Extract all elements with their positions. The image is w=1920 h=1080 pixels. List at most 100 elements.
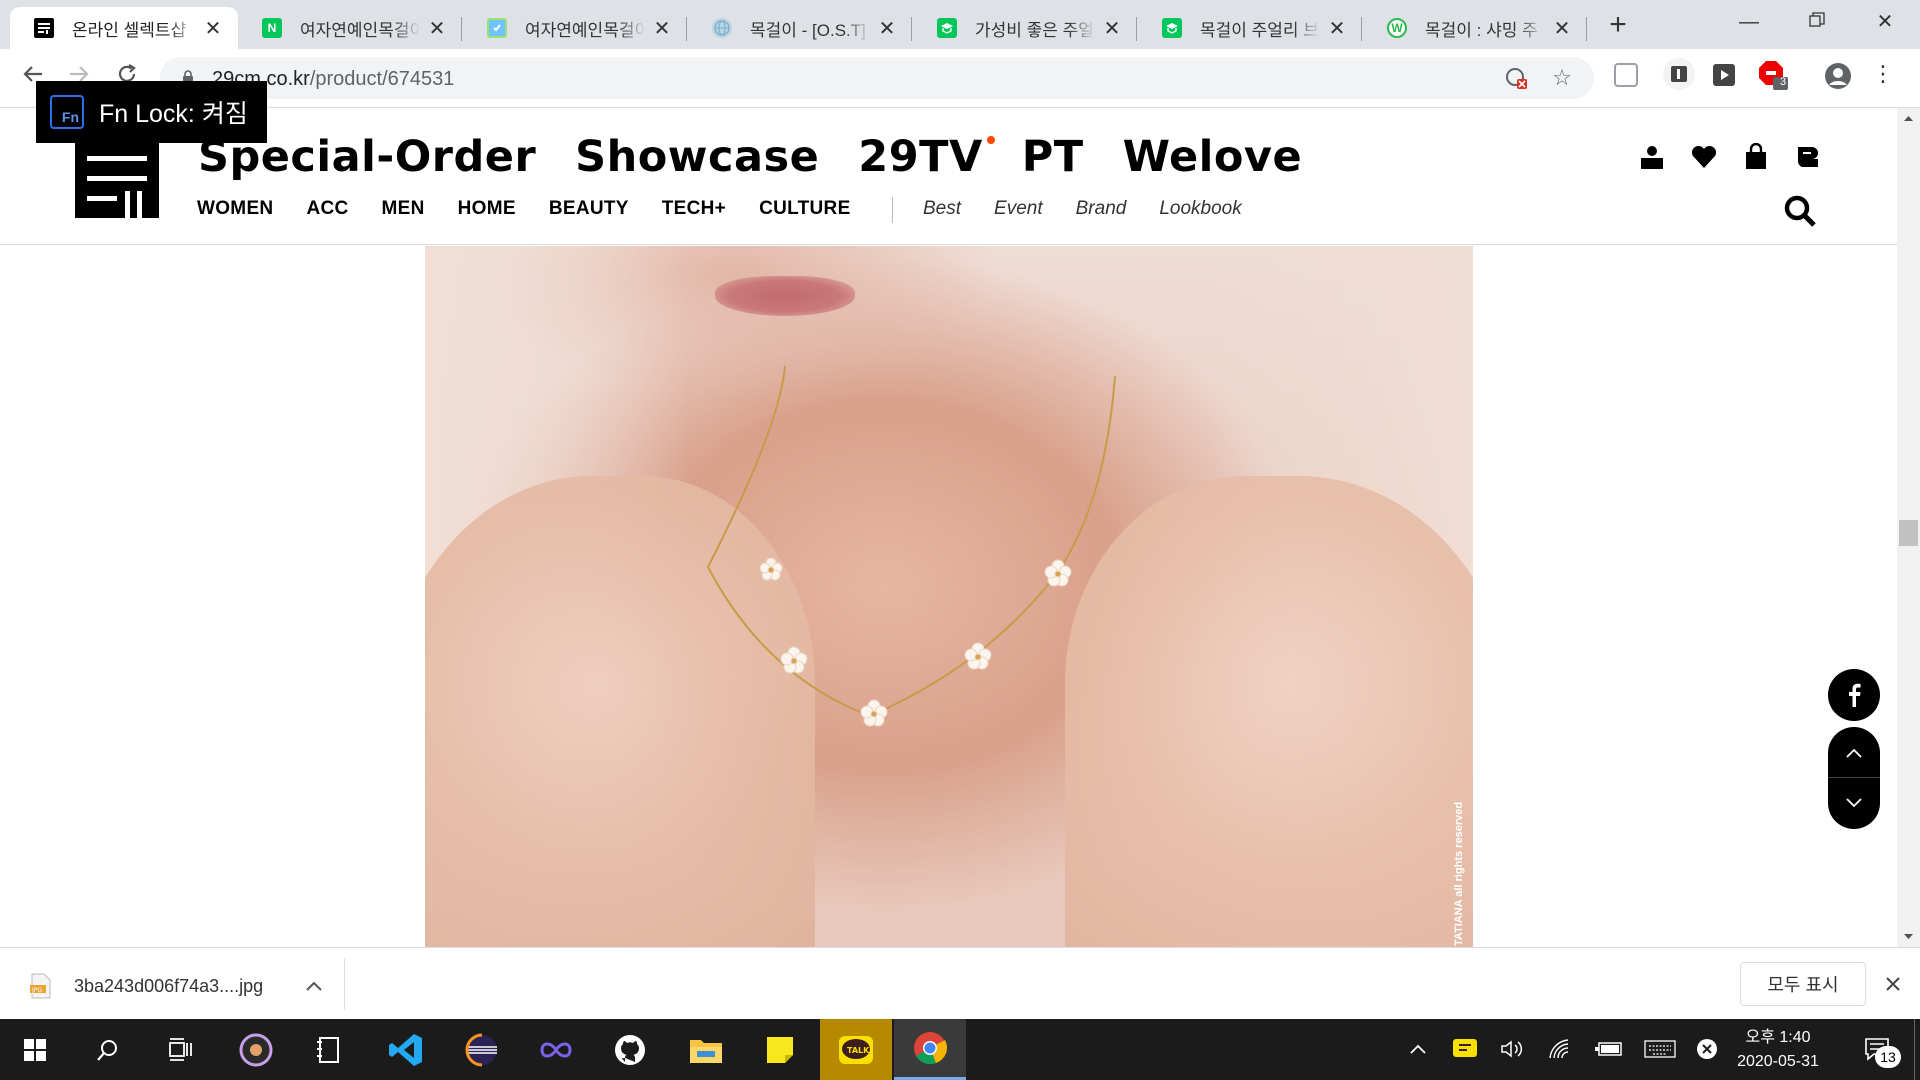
address-bar[interactable]: 29cm.co.kr/product/674531 ☆	[160, 57, 1594, 99]
tab-title: 여자연예인목걸이	[525, 20, 645, 40]
battery-icon[interactable]	[1594, 1036, 1624, 1062]
taskbar-app-chrome[interactable]	[894, 1019, 966, 1080]
show-desktop-button[interactable]	[1914, 1019, 1915, 1080]
taskbar-app-kakaotalk[interactable]: TALK	[820, 1019, 892, 1080]
vscode-icon	[389, 1033, 422, 1066]
tab-close-icon[interactable]: ✕	[426, 16, 448, 41]
site-header: Special-Order Showcase 29TV PT Welove WO…	[0, 108, 1897, 245]
taskbar-app-infinity[interactable]	[520, 1019, 592, 1080]
my-account-icon[interactable]	[1638, 143, 1666, 171]
download-bar: JPG 3ba243d006f74a3....jpg 모두 표시	[0, 947, 1920, 1019]
task-view-button[interactable]	[144, 1019, 216, 1080]
category-men[interactable]: MEN	[382, 198, 425, 220]
scrollbar-thumb[interactable]	[1899, 520, 1918, 546]
menu-29tv[interactable]: 29TV	[858, 132, 995, 182]
menu-welove[interactable]: Welove	[1123, 132, 1303, 182]
tab-29cm[interactable]: 온라인 셀렉트샵 ✕	[10, 7, 238, 49]
search-icon[interactable]	[1783, 194, 1817, 228]
chrome-icon	[914, 1032, 948, 1065]
tab-close-icon[interactable]: ✕	[1326, 16, 1348, 41]
taskbar-app-notes[interactable]	[294, 1019, 366, 1080]
show-all-downloads-button[interactable]: 모두 표시	[1740, 962, 1866, 1006]
tab-shop[interactable]: W 목걸이 : 샤밍 주 ✕	[1363, 7, 1587, 49]
taskbar-search-button[interactable]	[72, 1019, 144, 1080]
submenu-event[interactable]: Event	[994, 198, 1043, 220]
scroll-bottom-button[interactable]	[1828, 778, 1880, 828]
scroll-down-arrow-icon[interactable]	[1897, 930, 1920, 944]
category-acc[interactable]: ACC	[306, 198, 348, 220]
order-tag-icon[interactable]	[1794, 143, 1822, 171]
extension-video-icon[interactable]	[1711, 62, 1737, 88]
taskbar-app-github[interactable]	[594, 1019, 666, 1080]
category-women[interactable]: WOMEN	[197, 198, 273, 220]
menu-divider	[892, 197, 893, 223]
fn-lock-label: Fn Lock: 켜짐	[99, 100, 248, 128]
new-tab-button[interactable]: +	[1604, 10, 1632, 40]
browser-menu-icon[interactable]: ⋮	[1872, 63, 1894, 89]
chevron-up-icon	[1846, 748, 1862, 758]
site-logo[interactable]	[75, 136, 159, 218]
submenu-brand[interactable]: Brand	[1076, 198, 1127, 220]
status-error-icon[interactable]	[1694, 1036, 1720, 1062]
category-culture[interactable]: CULTURE	[759, 198, 850, 220]
tab-blog[interactable]: 여자연예인목걸이 ✕	[463, 7, 687, 49]
cafe-favicon-icon	[1162, 18, 1182, 38]
taskbar-app-eclipse[interactable]	[446, 1019, 518, 1080]
extension-adblock-icon[interactable]: 3	[1758, 60, 1788, 90]
tray-overflow-chevron-icon[interactable]	[1405, 1036, 1431, 1062]
tab-title: 목걸이 - [O.S.T]	[750, 20, 866, 40]
notification-badge: 13	[1875, 1046, 1901, 1068]
scroll-up-arrow-icon[interactable]	[1897, 111, 1920, 125]
globe-favicon-icon	[712, 18, 732, 38]
fn-lock-osd: Fn Fn Lock: 켜짐	[36, 81, 267, 143]
keyboard-icon[interactable]	[1643, 1036, 1677, 1062]
scroll-top-button[interactable]	[1828, 728, 1880, 778]
extension-icon[interactable]	[1614, 63, 1638, 87]
tab-close-icon[interactable]: ✕	[1551, 16, 1573, 41]
tab-ost[interactable]: 목걸이 - [O.S.T] ✕	[688, 7, 912, 49]
system-clock[interactable]: 오후 1:40 2020-05-31	[1728, 1026, 1828, 1074]
tab-cafe-1[interactable]: 가성비 좋은 주얼리 ✕	[913, 7, 1137, 49]
svg-text:TALK: TALK	[847, 1046, 870, 1055]
submenu-best[interactable]: Best	[923, 198, 961, 220]
github-icon	[615, 1034, 645, 1065]
taskbar-app-groove[interactable]	[220, 1019, 292, 1080]
cafe-favicon-icon	[937, 18, 957, 38]
close-window-button[interactable]: ✕	[1852, 6, 1918, 38]
category-beauty[interactable]: BEAUTY	[549, 198, 629, 220]
taskbar-app-sticky-notes[interactable]	[744, 1019, 816, 1080]
category-home[interactable]: HOME	[458, 198, 516, 220]
tab-naver-search[interactable]: N 여자연예인목걸이 ✕	[238, 7, 462, 49]
translate-blocked-icon[interactable]	[1504, 67, 1528, 91]
menu-showcase[interactable]: Showcase	[575, 132, 819, 182]
taskbar-app-explorer[interactable]	[670, 1019, 742, 1080]
notification-center-button[interactable]: 13	[1855, 1034, 1901, 1068]
facebook-share-button[interactable]	[1828, 669, 1880, 721]
tab-close-icon[interactable]: ✕	[1101, 16, 1123, 41]
wifi-icon[interactable]	[1546, 1036, 1574, 1062]
tray-kakaotalk-icon[interactable]	[1451, 1036, 1479, 1062]
tab-close-icon[interactable]: ✕	[651, 16, 673, 41]
shopping-bag-icon[interactable]	[1742, 143, 1770, 171]
tab-close-icon[interactable]: ✕	[876, 16, 898, 41]
tab-cafe-2[interactable]: 목걸이 주얼리 브랜드 ✕	[1138, 7, 1362, 49]
tab-close-icon[interactable]: ✕	[202, 16, 224, 41]
menu-pt[interactable]: PT	[1022, 132, 1084, 182]
extension-reader-icon[interactable]	[1663, 58, 1695, 90]
close-download-bar-icon[interactable]	[1884, 975, 1902, 993]
start-button[interactable]	[0, 1019, 70, 1080]
volume-icon[interactable]	[1498, 1036, 1526, 1062]
product-photo-necklace: TATIANA all rights reserved	[425, 246, 1473, 947]
category-tech[interactable]: TECH+	[662, 198, 726, 220]
infinity-icon	[540, 1042, 572, 1057]
taskbar-app-vscode[interactable]	[370, 1019, 442, 1080]
new-dot-icon	[986, 136, 995, 144]
profile-avatar-icon[interactable]	[1824, 62, 1851, 89]
submenu-lookbook[interactable]: Lookbook	[1159, 198, 1241, 220]
minimize-button[interactable]: —	[1716, 6, 1782, 38]
heart-icon[interactable]	[1690, 143, 1718, 171]
bookmark-star-icon[interactable]: ☆	[1550, 67, 1574, 91]
download-item[interactable]: JPG 3ba243d006f74a3....jpg	[30, 973, 323, 999]
restore-button[interactable]	[1784, 6, 1850, 38]
chevron-up-icon[interactable]	[305, 980, 323, 992]
